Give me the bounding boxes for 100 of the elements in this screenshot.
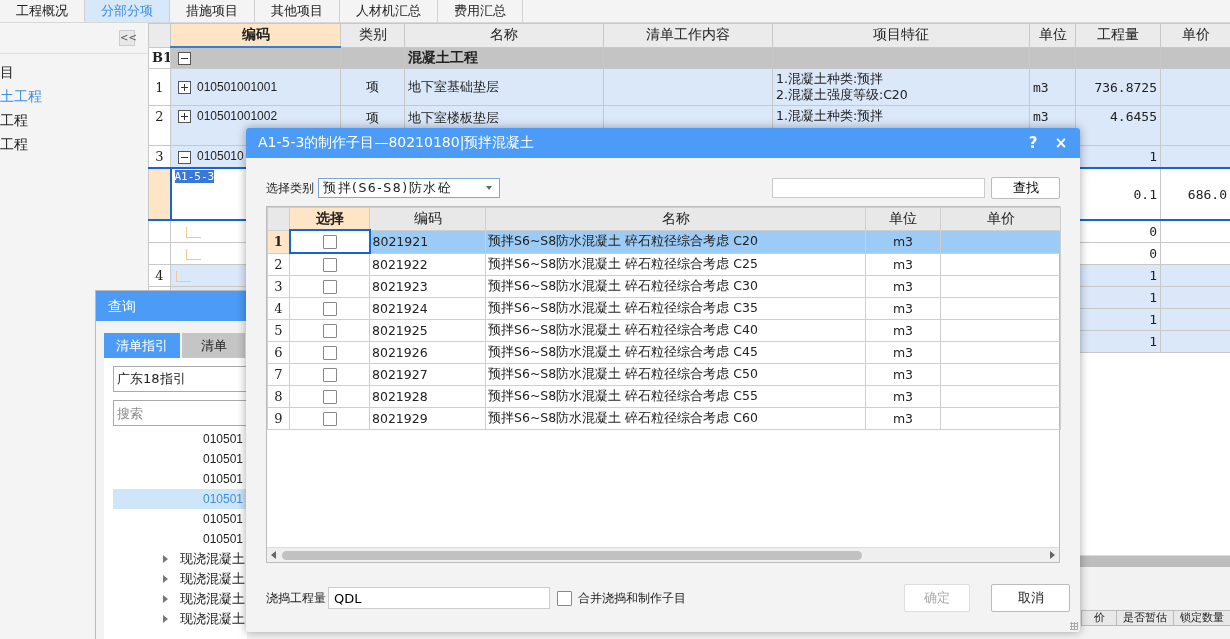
table-cell: 8021923 bbox=[372, 279, 428, 294]
find-button[interactable]: 查找 bbox=[991, 177, 1060, 199]
table-cell: m3 bbox=[892, 234, 914, 249]
tree-item[interactable]: 目 bbox=[0, 60, 148, 84]
table-cell: 8021922 bbox=[372, 256, 428, 272]
table-row[interactable]: 8 8021928 预拌S6~S8防水混凝土 碎石粒径综合考虑 C55 m3 bbox=[267, 385, 1061, 408]
tree-line bbox=[186, 226, 201, 238]
row-number: 8 bbox=[274, 389, 283, 404]
tree-item[interactable]: 010501 bbox=[113, 449, 247, 469]
table-row[interactable]: 5 8021925 预拌S6~S8防水混凝土 碎石粒径综合考虑 C40 m3 bbox=[267, 319, 1061, 342]
table-cell: 预拌S6~S8防水混凝土 碎石粒径综合考虑 C55 bbox=[488, 388, 758, 403]
table-cell: 1 bbox=[1149, 334, 1157, 349]
expand-arrow-icon[interactable] bbox=[163, 555, 168, 563]
column-header[interactable]: 锁定数量 bbox=[1173, 611, 1230, 625]
tree-item[interactable]: 现浇混凝土 bbox=[113, 589, 247, 609]
table-row[interactable]: 1 8021921 预拌S6~S8防水混凝土 碎石粒径综合考虑 C20 m3 bbox=[267, 230, 1061, 253]
column-header[interactable]: 单价 bbox=[1160, 23, 1230, 47]
column-header[interactable]: 工程量 bbox=[1075, 23, 1161, 47]
table-cell: m3 bbox=[892, 389, 914, 404]
tree-item[interactable]: 现浇混凝土 bbox=[113, 609, 247, 629]
row-number: 7 bbox=[274, 367, 283, 382]
table-cell: 8021928 bbox=[372, 389, 428, 404]
column-header[interactable]: 清单工作内容 bbox=[603, 23, 773, 47]
collapse-icon[interactable] bbox=[178, 52, 191, 66]
tree-item[interactable]: 010501 bbox=[113, 529, 247, 549]
tree-item[interactable]: 010501 bbox=[113, 429, 247, 449]
tree-item[interactable]: 现浇混凝土 bbox=[113, 569, 247, 589]
tree-item[interactable]: 010501 bbox=[113, 469, 247, 489]
checkbox[interactable] bbox=[322, 324, 337, 339]
table-cell: m3 bbox=[1033, 109, 1049, 124]
table-cell: m3 bbox=[892, 279, 914, 294]
checkbox[interactable] bbox=[322, 302, 337, 317]
expand-icon[interactable] bbox=[178, 81, 191, 95]
tree-item[interactable]: 010501 bbox=[113, 509, 247, 529]
table-cell: 8021925 bbox=[372, 323, 428, 338]
collapse-button[interactable]: << bbox=[119, 30, 135, 46]
column-header[interactable]: 单位 bbox=[1029, 23, 1076, 47]
column-header[interactable]: 编码 bbox=[170, 23, 341, 47]
checkbox[interactable] bbox=[322, 412, 337, 427]
column-header[interactable]: 编码 bbox=[369, 207, 486, 230]
table-cell: 1 bbox=[1149, 268, 1157, 283]
column-header[interactable]: 价 bbox=[1081, 611, 1116, 625]
search-field[interactable]: 搜索 bbox=[113, 400, 247, 426]
row-number: 6 bbox=[274, 345, 283, 360]
expand-arrow-icon[interactable] bbox=[163, 595, 168, 603]
search-field[interactable] bbox=[772, 178, 985, 198]
table-row[interactable]: 3 8021923 预拌S6~S8防水混凝土 碎石粒径综合考虑 C30 m3 bbox=[267, 275, 1061, 298]
dropdown[interactable]: 广东18指引 bbox=[113, 366, 247, 392]
column-header[interactable]: 名称 bbox=[485, 207, 866, 230]
checkbox[interactable] bbox=[322, 390, 337, 405]
checkbox[interactable] bbox=[322, 346, 337, 361]
checkbox[interactable] bbox=[322, 280, 337, 295]
column-header[interactable]: 类别 bbox=[340, 23, 405, 47]
scroll-right-icon[interactable] bbox=[1050, 551, 1055, 559]
tree-item[interactable]: 现浇混凝土 bbox=[113, 549, 247, 569]
tree-item[interactable]: 工程 bbox=[0, 132, 148, 156]
table-row[interactable]: 4 8021924 预拌S6~S8防水混凝土 碎石粒径综合考虑 C35 m3 bbox=[267, 297, 1061, 320]
table-cell: 预拌S6~S8防水混凝土 碎石粒径综合考虑 C45 bbox=[488, 344, 758, 359]
scroll-left-icon[interactable] bbox=[271, 551, 276, 559]
tab[interactable]: 清单 bbox=[182, 333, 245, 358]
dialog-title: A1-5-3的制作子目—80210180|预拌混凝土 bbox=[258, 134, 536, 152]
row-number: 1 bbox=[273, 234, 283, 249]
quantity-field[interactable]: QDL bbox=[328, 587, 550, 609]
table-cell: 地下室基础垫层 bbox=[408, 79, 499, 94]
table-row[interactable]: 9 8021929 预拌S6~S8防水混凝土 碎石粒径综合考虑 C60 m3 bbox=[267, 407, 1061, 430]
expand-icon[interactable] bbox=[178, 110, 191, 124]
table-cell: 686.0 bbox=[1187, 186, 1227, 202]
field-label: 选择类别 bbox=[266, 179, 314, 197]
expand-arrow-icon[interactable] bbox=[163, 615, 168, 623]
dialog-title: 查询 bbox=[96, 291, 247, 321]
table-row[interactable]: 6 8021926 预拌S6~S8防水混凝土 碎石粒径综合考虑 C45 m3 bbox=[267, 341, 1061, 364]
tree-line bbox=[176, 270, 191, 282]
tree-item[interactable]: 工程 bbox=[0, 108, 148, 132]
checkbox[interactable] bbox=[322, 258, 337, 273]
checkbox[interactable] bbox=[322, 368, 337, 383]
scrollbar[interactable] bbox=[267, 547, 1059, 562]
column-header[interactable]: 名称 bbox=[404, 23, 604, 47]
table-cell: m3 bbox=[1033, 79, 1049, 95]
column-header[interactable]: 单位 bbox=[865, 207, 941, 230]
table-row[interactable]: 7 8021927 预拌S6~S8防水混凝土 碎石粒径综合考虑 C50 m3 bbox=[267, 363, 1061, 386]
row-number: 1 bbox=[155, 79, 164, 95]
row-number: 9 bbox=[274, 411, 283, 426]
row-number: 3 bbox=[155, 149, 164, 164]
expand-arrow-icon[interactable] bbox=[163, 575, 168, 583]
scroll-thumb[interactable] bbox=[282, 550, 862, 560]
resize-grip-icon[interactable] bbox=[1070, 622, 1078, 630]
checkbox-label: 合并浇捣和制作子目 bbox=[578, 589, 686, 607]
table-cell: 预拌S6~S8防水混凝土 碎石粒径综合考虑 C40 bbox=[488, 322, 758, 337]
table-cell-text: 1.混凝土种类:预拌 bbox=[776, 71, 885, 87]
column-header[interactable]: 单价 bbox=[940, 207, 1061, 230]
checkbox[interactable] bbox=[557, 590, 572, 606]
table-cell: 0105010 bbox=[197, 149, 244, 164]
column-header[interactable]: 项目特征 bbox=[772, 23, 1030, 47]
row-number: 5 bbox=[274, 323, 283, 338]
collapse-icon[interactable] bbox=[178, 150, 191, 164]
dialog-button[interactable]: 取消 bbox=[991, 584, 1070, 612]
row-number: 2 bbox=[274, 256, 283, 272]
checkbox[interactable] bbox=[322, 235, 337, 250]
table-row[interactable]: 2 8021922 预拌S6~S8防水混凝土 碎石粒径综合考虑 C25 m3 bbox=[267, 253, 1061, 276]
column-header[interactable]: 是否暂估 bbox=[1116, 611, 1173, 625]
